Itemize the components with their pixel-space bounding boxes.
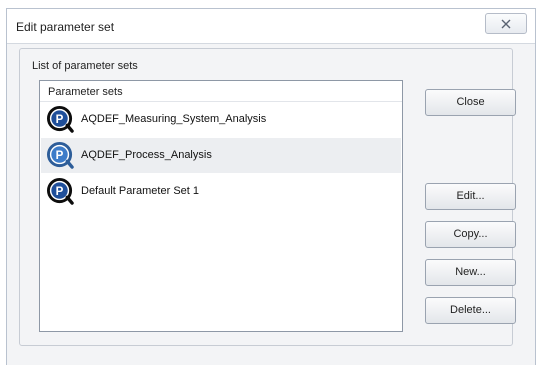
group-label: List of parameter sets [32,60,138,72]
list-item-label: Default Parameter Set 1 [81,185,200,197]
list-item-measuring-system-analysis[interactable]: P AQDEF_Measuring_System_Analysis [41,102,401,137]
delete-button[interactable]: Delete... [425,297,516,324]
list-column-header[interactable]: Parameter sets [40,81,402,102]
svg-text:P: P [56,114,64,126]
parameter-sets-list[interactable]: Parameter sets P AQDEF_Measuring_System_… [39,80,403,332]
column-header-label: Parameter sets [48,86,123,98]
svg-text:P: P [56,150,64,162]
edit-button[interactable]: Edit... [425,183,516,210]
dialog-title: Edit parameter set [16,20,115,34]
parameter-set-icon: P [47,106,74,133]
list-item-label: AQDEF_Process_Analysis [81,149,212,161]
parameter-set-icon: P [47,142,74,169]
list-item-default-parameter-set[interactable]: P Default Parameter Set 1 [41,174,401,209]
close-window-button[interactable] [485,13,527,34]
title-bar: Edit parameter set [7,9,535,44]
list-item-label: AQDEF_Measuring_System_Analysis [81,113,267,125]
copy-button[interactable]: Copy... [425,221,516,248]
close-button[interactable]: Close [425,89,516,116]
svg-text:P: P [56,186,64,198]
close-icon [501,19,511,29]
list-item-process-analysis[interactable]: P AQDEF_Process_Analysis [41,138,401,173]
new-button[interactable]: New... [425,259,516,286]
parameter-set-icon: P [47,178,74,205]
